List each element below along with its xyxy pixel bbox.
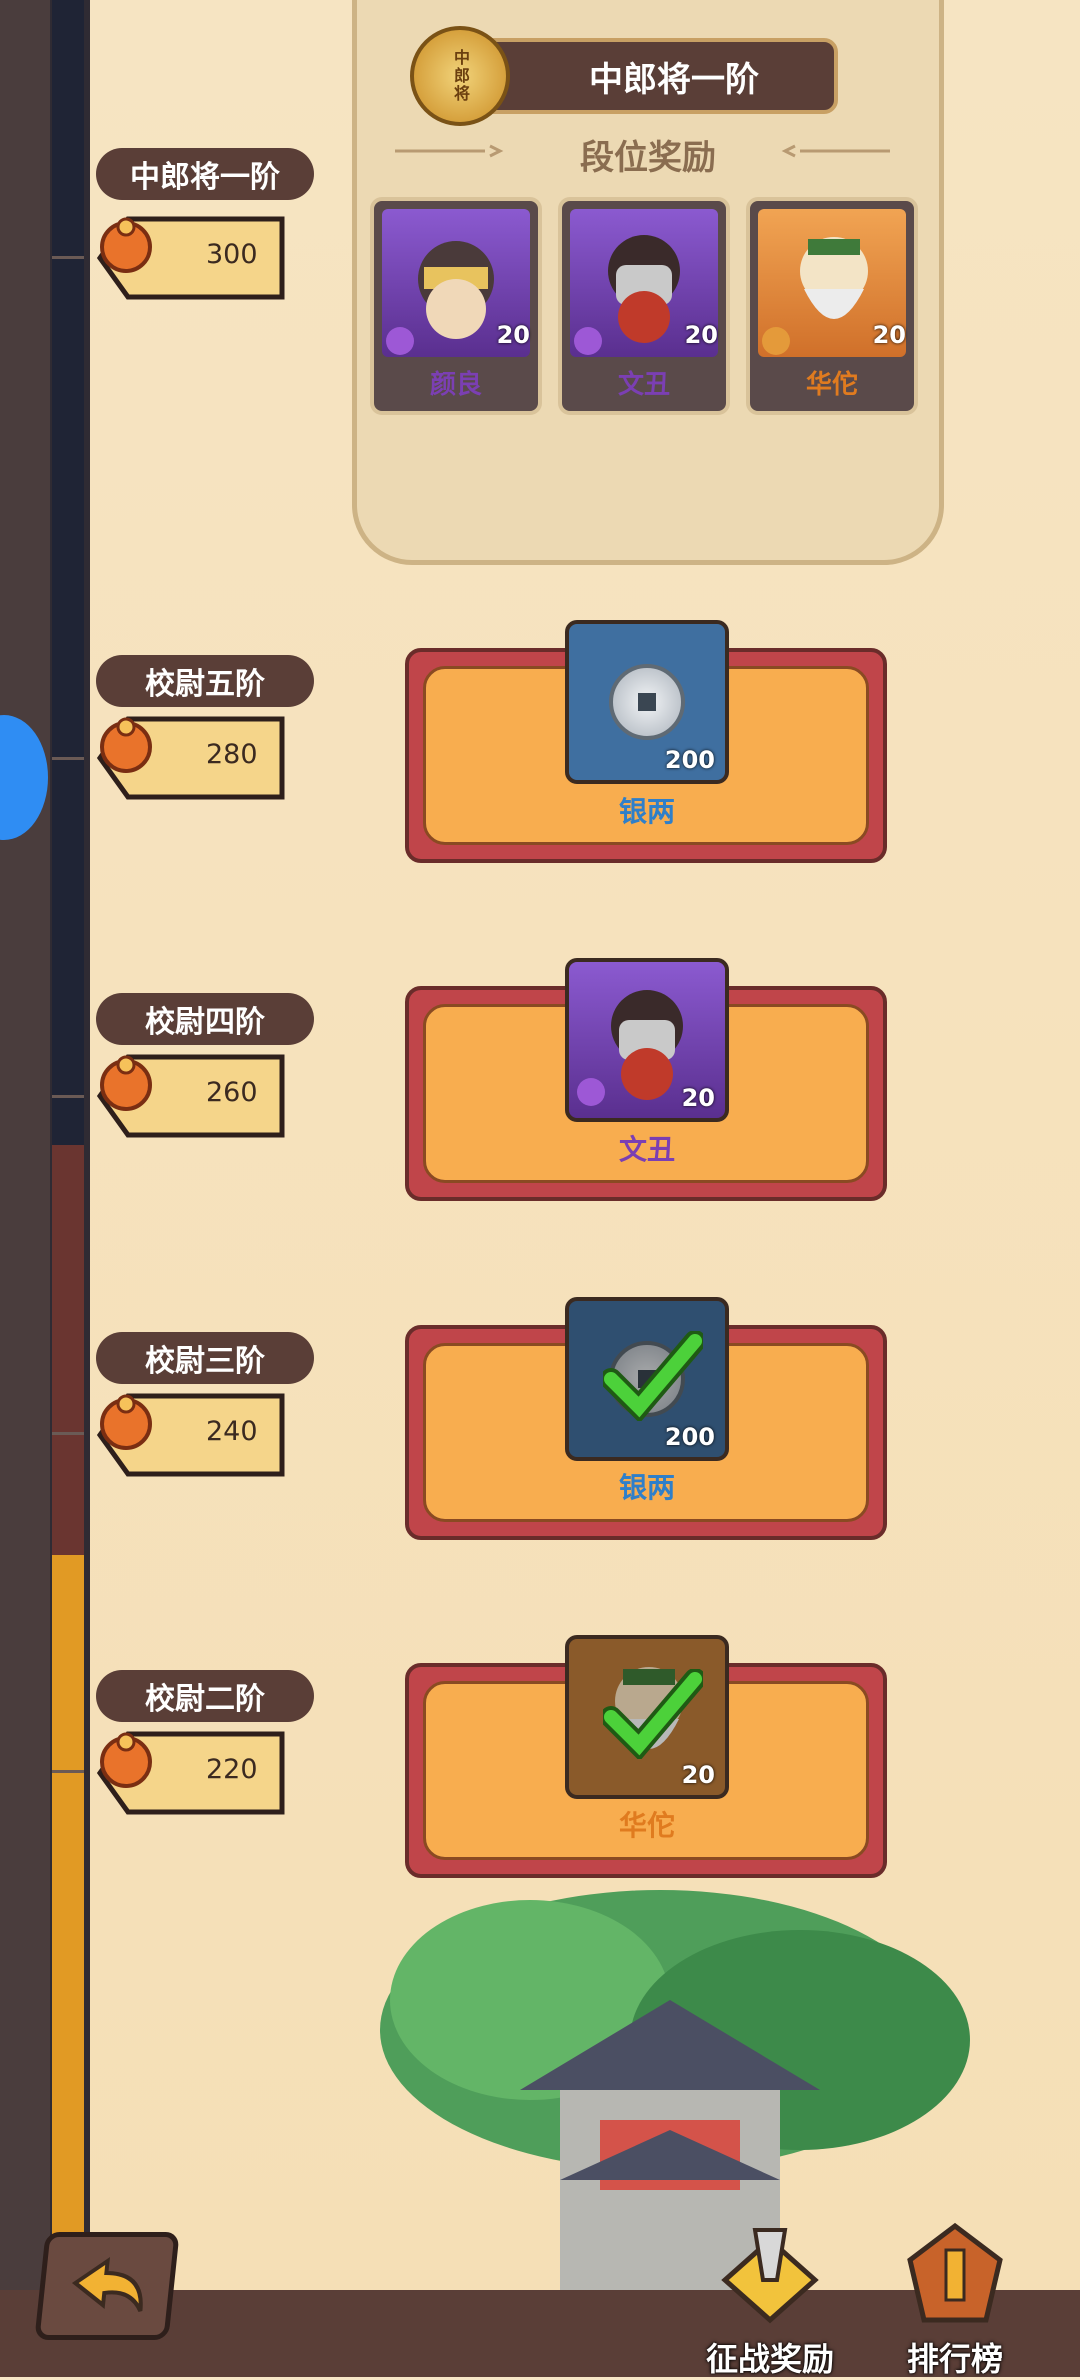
campaign-rewards-label: 征战奖励 (705, 2340, 834, 2378)
rank-title-bar: 中郎将一阶 (470, 38, 838, 114)
progress-tick (52, 256, 84, 259)
hero-name: 文丑 (617, 370, 670, 400)
back-button[interactable] (34, 2232, 180, 2340)
cost-tag: 220 (96, 1730, 288, 1816)
reward-name: 银两 (618, 795, 675, 828)
rank-medal-text: 中郎将 (451, 49, 470, 103)
campaign-rewards-button[interactable]: 征战奖励 (695, 2210, 845, 2380)
supply-pouch-icon (100, 717, 152, 773)
hero-name: 颜良 (429, 370, 482, 400)
tier-label: 校尉二阶 (96, 1670, 314, 1722)
cost-tag: 280 (96, 715, 288, 801)
rank-medal-icon: 中郎将 (410, 26, 510, 126)
progress-tick (52, 757, 84, 760)
progress-tick (52, 1095, 84, 1098)
tier-label: 中郎将一阶 (96, 148, 314, 200)
tier-label: 校尉五阶 (96, 655, 314, 707)
cost-value: 300 (206, 239, 258, 270)
supply-pouch-icon (100, 217, 152, 273)
hero-count: 20 (496, 321, 530, 349)
section-heading: 段位奖励 (580, 138, 716, 178)
supply-pouch-icon (100, 1732, 152, 1788)
reward-count: 20 (681, 1761, 715, 1789)
reward-count: 200 (664, 746, 715, 774)
rank-title: 中郎将一阶 (589, 59, 759, 100)
cost-value: 220 (206, 1754, 258, 1785)
hero-count: 20 (872, 321, 906, 349)
reward-item-hero-claimed[interactable]: 20 (565, 1635, 729, 1799)
heading-ornament-right (781, 144, 890, 158)
cost-tag: 240 (96, 1392, 288, 1478)
reward-name: 文丑 (618, 1133, 675, 1166)
silver-coin-icon (609, 664, 685, 740)
heading-ornament-left (395, 144, 504, 158)
cost-tag: 260 (96, 1053, 288, 1139)
progress-fill-complete (52, 1555, 84, 2290)
claimed-check-icon (603, 1331, 703, 1421)
leaderboard-button[interactable]: 排行榜 (880, 2210, 1030, 2380)
progress-tick (52, 1770, 84, 1773)
hero-count: 20 (684, 321, 718, 349)
reward-item-hero[interactable]: 20 (565, 958, 729, 1122)
leaderboard-icon (907, 2222, 1003, 2323)
supply-pouch-icon (100, 1394, 152, 1450)
back-arrow-icon (71, 2257, 143, 2313)
leaderboard-label: 排行榜 (906, 2340, 1003, 2378)
tier-label: 校尉四阶 (96, 993, 314, 1045)
hero-name: 华佗 (805, 370, 858, 400)
hero-card-huatuo[interactable]: 20 华佗 (746, 197, 918, 415)
hero-card-wenchou[interactable]: 20 文丑 (558, 197, 730, 415)
reward-count: 200 (664, 1423, 715, 1451)
supply-pouch-icon (100, 1055, 152, 1111)
progress-rail (0, 0, 90, 2290)
progress-tick (52, 1432, 84, 1435)
reward-name: 银两 (618, 1471, 675, 1504)
tier-label: 校尉三阶 (96, 1332, 314, 1384)
cost-tag: 300 (96, 215, 288, 301)
rail-edge (0, 0, 50, 2290)
progress-fill-partial (52, 1145, 84, 1555)
reward-count: 20 (681, 1084, 715, 1112)
hero-card-yanliang[interactable]: 20 颜良 (370, 197, 542, 415)
cost-value: 280 (206, 739, 258, 770)
cost-value: 240 (206, 1416, 258, 1447)
campaign-reward-icon (721, 2228, 819, 2324)
reward-name: 华佗 (618, 1809, 675, 1842)
claimed-check-icon (603, 1669, 703, 1759)
cost-value: 260 (206, 1077, 258, 1108)
reward-item-silver[interactable]: 200 (565, 620, 729, 784)
reward-item-silver-claimed[interactable]: 200 (565, 1297, 729, 1461)
